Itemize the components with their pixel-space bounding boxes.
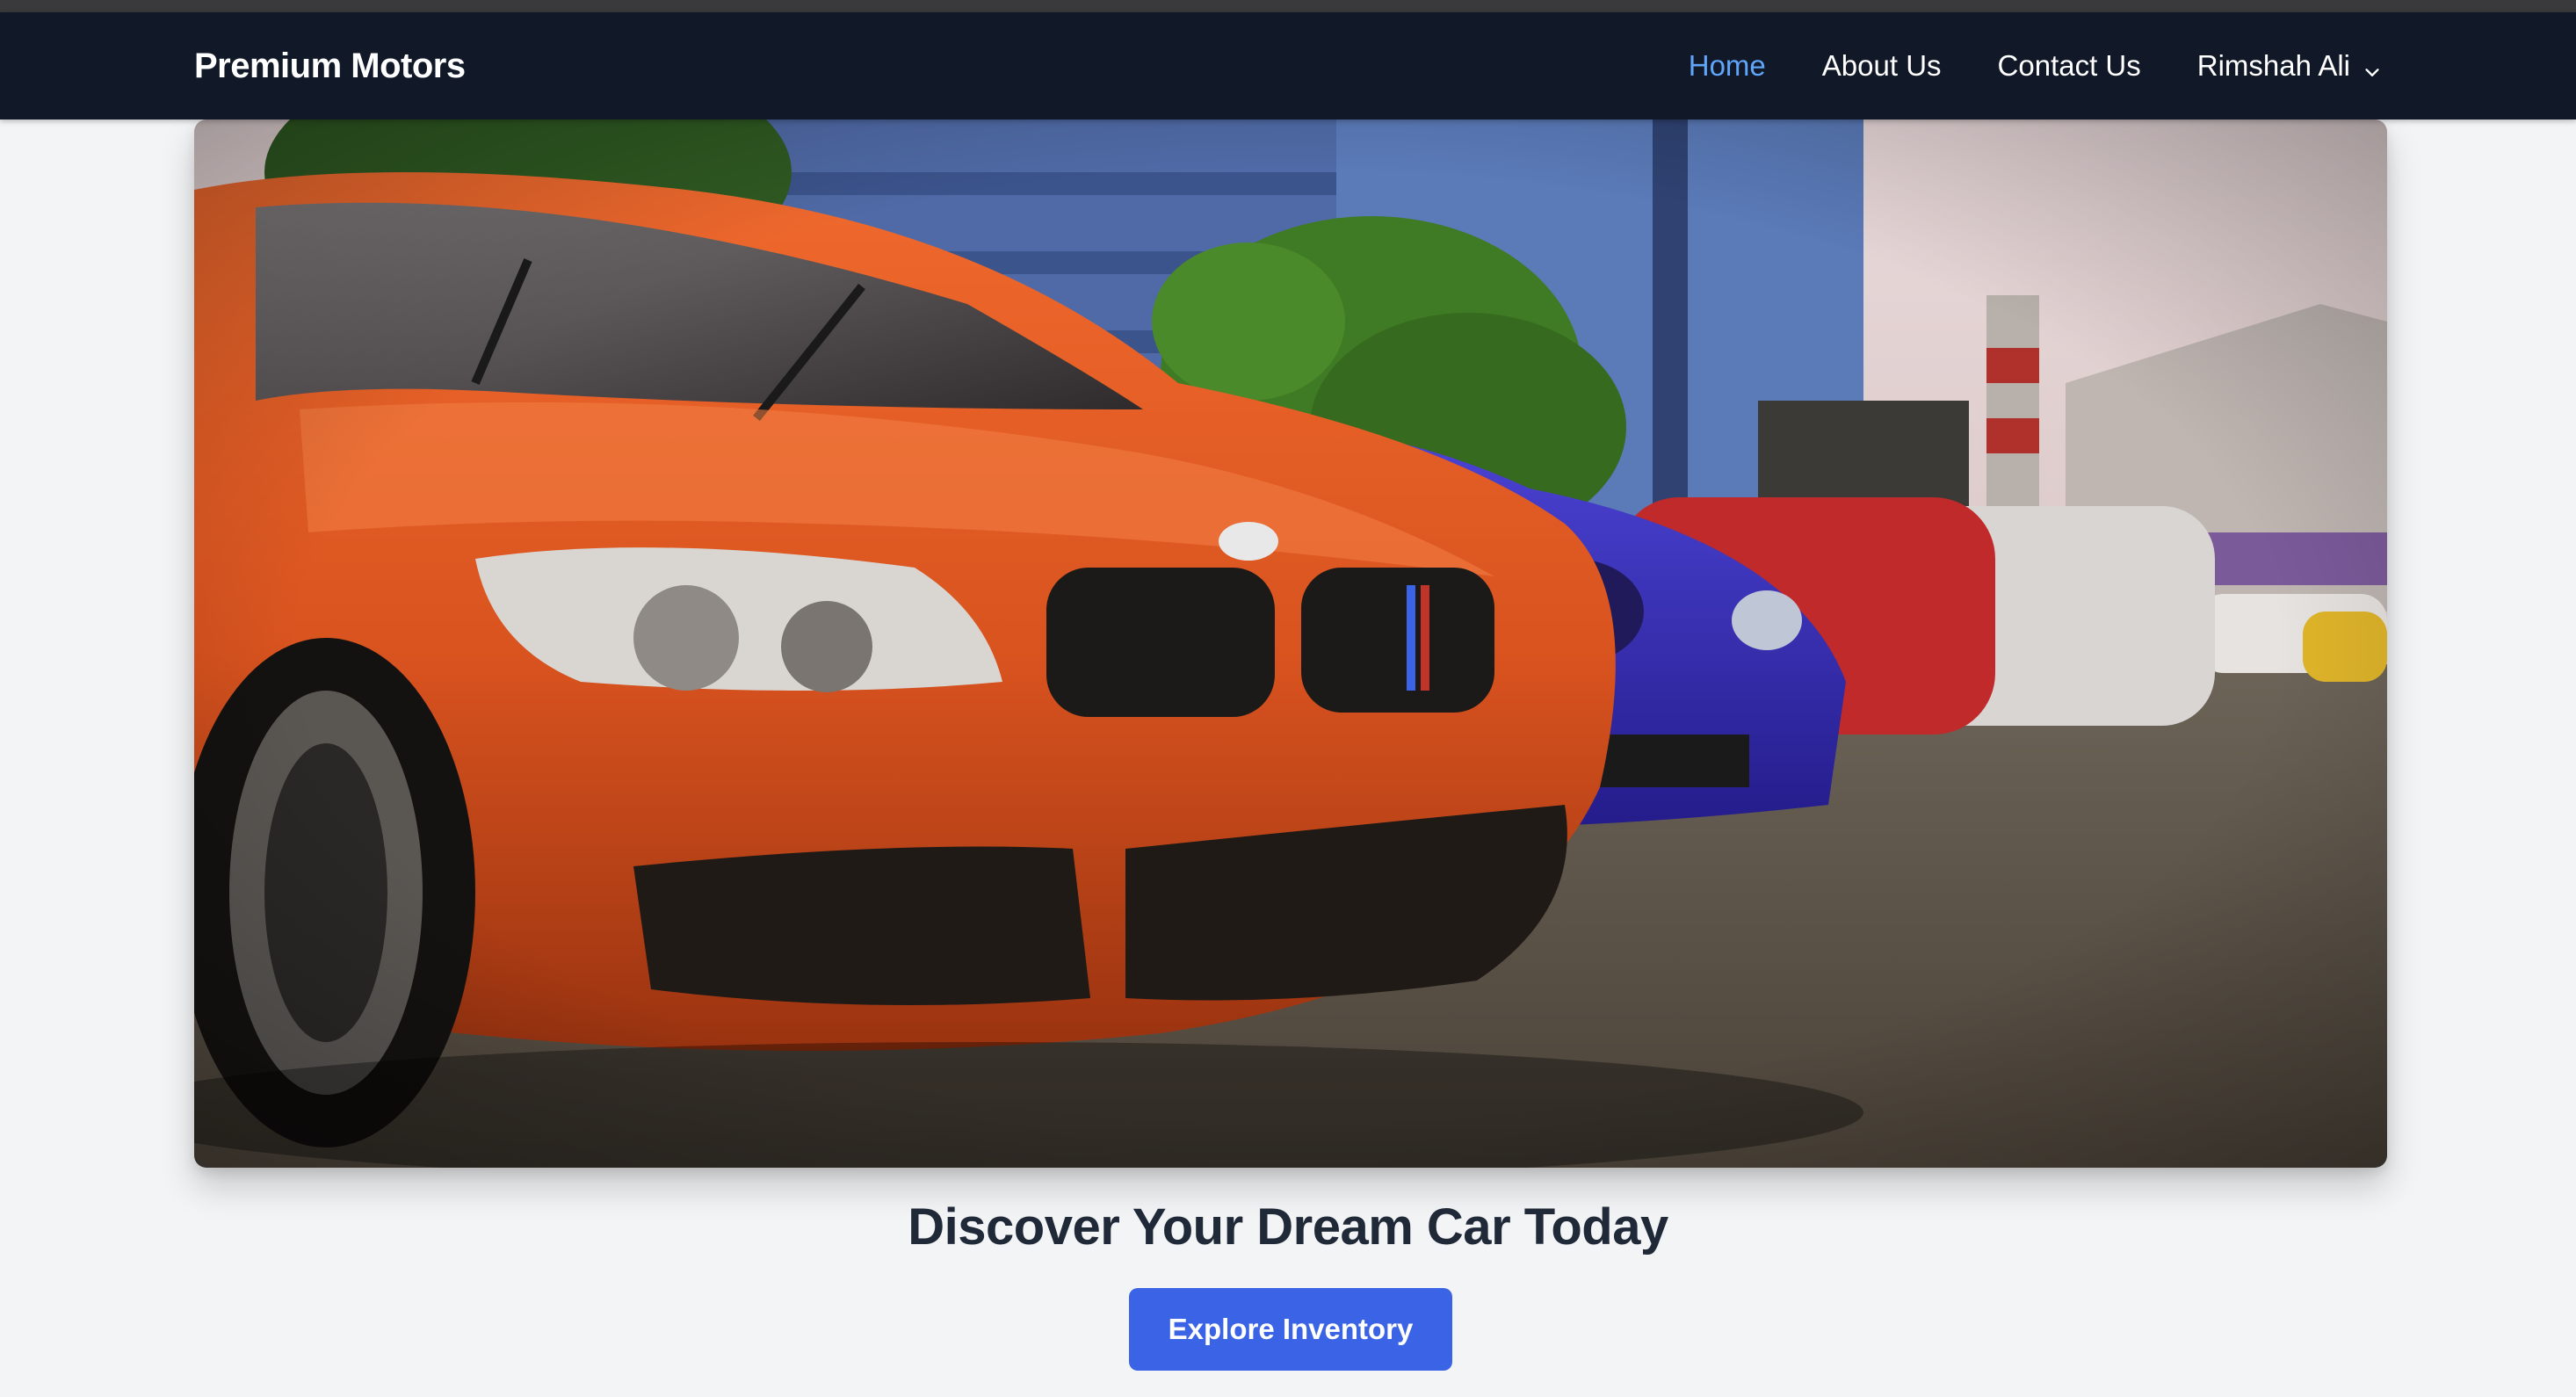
browser-top-strip	[0, 0, 2576, 12]
chevron-down-icon	[2363, 56, 2382, 76]
user-name-label: Rimshah Ali	[2196, 49, 2350, 82]
hero-headline: Discover Your Dream Car Today	[908, 1198, 1668, 1256]
hero-image	[194, 119, 2387, 1168]
nav-link-contact-us[interactable]: Contact Us	[1998, 49, 2141, 83]
car-lineup-photo	[194, 119, 2387, 1168]
brand-logo-link[interactable]: Premium Motors	[194, 12, 466, 119]
nav-links: Home About Us Contact Us Rimshah Ali	[1689, 12, 2382, 119]
main-navbar: Premium Motors Home About Us Contact Us …	[0, 12, 2576, 119]
nav-link-about-us[interactable]: About Us	[1822, 49, 1942, 83]
nav-link-home[interactable]: Home	[1689, 49, 1766, 83]
explore-inventory-button[interactable]: Explore Inventory	[1129, 1288, 1452, 1371]
user-menu-dropdown[interactable]: Rimshah Ali	[2197, 49, 2382, 83]
